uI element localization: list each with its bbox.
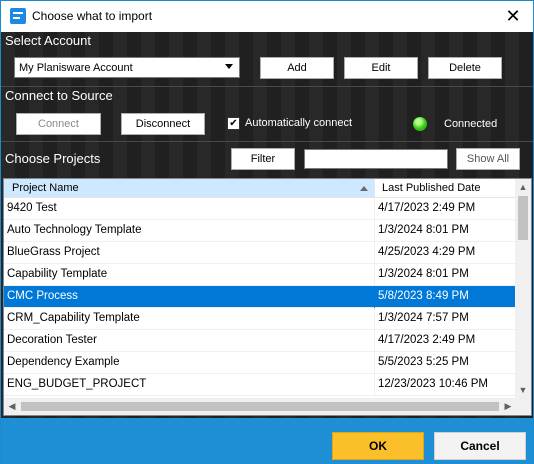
window-title: Choose what to import — [32, 9, 153, 23]
cancel-button[interactable]: Cancel — [434, 432, 526, 460]
choose-projects-heading: Choose Projects — [5, 151, 101, 166]
divider — [1, 86, 533, 87]
horizontal-scrollbar[interactable]: ◀ ▶ — [4, 398, 516, 415]
project-name-cell: BlueGrass Project — [7, 246, 100, 258]
footer-bar: OK Cancel — [1, 418, 533, 464]
show-all-button[interactable]: Show All — [456, 148, 520, 170]
table-row[interactable]: Dependency Example 5/5/2023 5:25 PM — [4, 352, 516, 374]
connection-status-icon — [413, 117, 427, 131]
horizontal-scroll-thumb[interactable] — [21, 402, 499, 411]
scroll-left-icon[interactable]: ◀ — [4, 398, 20, 415]
grid-header: Project Name Last Published Date — [4, 179, 516, 198]
column-header-project-name[interactable]: Project Name — [4, 179, 375, 198]
table-row[interactable]: Decoration Tester 4/17/2023 2:49 PM — [4, 330, 516, 352]
import-dialog: Choose what to import ✕ Select Account M… — [0, 0, 534, 464]
table-row[interactable]: ENG_BUDGET_PROJECT 12/23/2023 10:46 PM — [4, 374, 516, 396]
column-header-last-published[interactable]: Last Published Date — [375, 179, 516, 198]
published-date-cell: 4/17/2023 2:49 PM — [378, 202, 476, 214]
project-name-cell: CRM_Capability Template — [7, 312, 140, 324]
disconnect-button[interactable]: Disconnect — [121, 113, 205, 135]
table-row[interactable]: CRM_Capability Template 1/3/2024 7:57 PM — [4, 308, 516, 330]
filter-input[interactable] — [304, 149, 448, 169]
published-date-cell: 5/8/2023 8:49 PM — [378, 290, 469, 302]
chevron-down-icon — [225, 64, 233, 69]
table-row[interactable]: BlueGrass Project 4/25/2023 4:29 PM — [4, 242, 516, 264]
grid-rows: 9420 Test 4/17/2023 2:49 PM Auto Technolo… — [4, 198, 516, 396]
title-bar: Choose what to import ✕ — [1, 1, 533, 32]
auto-connect-checkbox[interactable]: ✔ — [227, 117, 240, 130]
close-icon: ✕ — [505, 6, 521, 26]
ok-button[interactable]: OK — [332, 432, 424, 460]
table-row[interactable]: Auto Technology Template 1/3/2024 8:01 PM — [4, 220, 516, 242]
sort-ascending-icon — [360, 186, 368, 191]
scroll-right-icon[interactable]: ▶ — [500, 398, 516, 415]
edit-account-button[interactable]: Edit — [344, 57, 418, 79]
filter-button[interactable]: Filter — [231, 148, 295, 170]
project-name-cell: ENG_BUDGET_PROJECT — [7, 378, 147, 390]
published-date-cell: 1/3/2024 8:01 PM — [378, 224, 469, 236]
project-name-cell: Capability Template — [7, 268, 108, 280]
account-dropdown[interactable]: My Planisware Account — [14, 57, 240, 78]
delete-account-button[interactable]: Delete — [428, 57, 502, 79]
project-name-cell: Decoration Tester — [7, 334, 97, 346]
auto-connect-label: Automatically connect — [245, 117, 352, 129]
divider — [1, 141, 533, 142]
connect-source-heading: Connect to Source — [5, 88, 113, 103]
add-account-button[interactable]: Add — [260, 57, 334, 79]
scrollbar-corner — [515, 398, 531, 415]
projects-grid[interactable]: Project Name Last Published Date 9420 Te… — [3, 178, 532, 416]
vertical-scroll-thumb[interactable] — [518, 196, 528, 240]
table-row[interactable]: 9420 Test 4/17/2023 2:49 PM — [4, 198, 516, 220]
account-dropdown-value: My Planisware Account — [19, 62, 133, 74]
project-name-cell: Dependency Example — [7, 356, 120, 368]
published-date-cell: 4/17/2023 2:49 PM — [378, 334, 476, 346]
project-name-cell: Auto Technology Template — [7, 224, 142, 236]
published-date-cell: 5/5/2023 5:25 PM — [378, 356, 469, 368]
close-button[interactable]: ✕ — [493, 1, 533, 32]
published-date-cell: 1/3/2024 7:57 PM — [378, 312, 469, 324]
app-logo-icon — [10, 8, 26, 24]
checkmark-icon: ✔ — [229, 117, 238, 129]
vertical-scrollbar[interactable]: ▲ ▼ — [515, 179, 531, 398]
published-date-cell: 1/3/2024 8:01 PM — [378, 268, 469, 280]
table-row[interactable]: Capability Template 1/3/2024 8:01 PM — [4, 264, 516, 286]
connection-status-label: Connected — [444, 118, 498, 130]
connect-button[interactable]: Connect — [16, 113, 101, 135]
published-date-cell: 4/25/2023 4:29 PM — [378, 246, 476, 258]
published-date-cell: 12/23/2023 10:46 PM — [378, 378, 488, 390]
select-account-heading: Select Account — [5, 33, 91, 48]
project-name-cell: CMC Process — [7, 290, 78, 302]
table-row-selected[interactable]: CMC Process 5/8/2023 8:49 PM — [4, 286, 516, 308]
project-name-cell: 9420 Test — [7, 202, 57, 214]
scroll-down-icon[interactable]: ▼ — [515, 382, 531, 398]
scroll-up-icon[interactable]: ▲ — [515, 179, 531, 195]
